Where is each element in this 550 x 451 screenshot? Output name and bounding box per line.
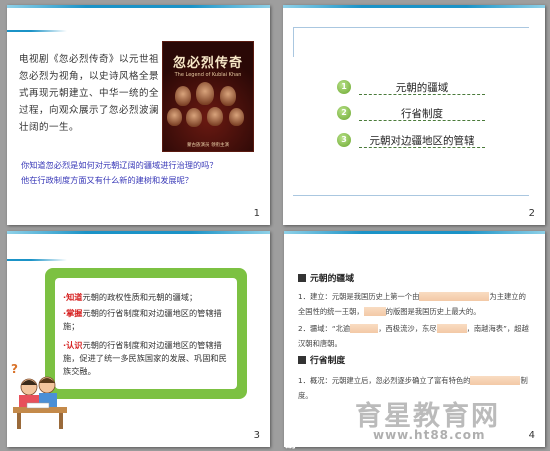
slide-header-bar	[7, 231, 270, 234]
toc-item-territory[interactable]: 1 元朝的疆域	[337, 77, 537, 97]
paragraph-establishment: 1．建立：元朝是我国历史上第一个由 为主建立的全国性的统一王朝， 的版图是我国历史上…	[298, 289, 530, 319]
accent-line	[7, 259, 67, 261]
section-heading-territory: 元朝的疆域	[298, 271, 354, 284]
actor-face	[207, 107, 223, 126]
accent-line	[7, 30, 67, 32]
text-span: 2．疆域：“北逾	[298, 324, 351, 333]
question-1: 你知道忽必烈是如何对元朝辽阔的疆域进行治理的吗？	[21, 160, 218, 170]
actor-face	[196, 82, 214, 105]
dashed-underline	[359, 94, 485, 95]
slide-number: 1	[253, 208, 260, 219]
goal-1: ·知道元朝的政权性质和元朝的疆域；	[63, 291, 233, 304]
text-span: 的版图是我国历史上最大的。	[385, 307, 481, 316]
section-title: 行省制度	[310, 356, 346, 366]
actor-face	[186, 108, 202, 127]
text-span: 1．概况：元朝建立后，忽必烈逐步确立了富有特色的	[298, 376, 471, 385]
poster-title: 忽必烈传奇	[172, 56, 243, 71]
goal-text: 元朝的行省制度和对边疆地区的管辖措施，促进了统一多民族国家的发展、巩固和民族交融…	[63, 340, 227, 376]
answer-blank[interactable]	[363, 307, 386, 316]
paragraph-territory: 2．疆域：“北逾 ，西极流沙，东尽 ，南越海表”，超越汉朝和唐朝。	[298, 321, 530, 351]
goal-3: ·认识元朝的行省制度和对边疆地区的管辖措施，促进了统一多民族国家的发展、巩固和民…	[63, 339, 233, 378]
frame-line	[293, 27, 294, 57]
answer-blank[interactable]	[470, 376, 521, 385]
actor-face	[220, 86, 236, 106]
slide-number: 4	[528, 430, 535, 441]
section-title: 元朝的疆域	[310, 274, 354, 284]
slide-2[interactable]: 1 元朝的疆域 2 行省制度 3 元朝对边疆地区的管辖 2	[283, 5, 545, 225]
question-mark: ?	[11, 362, 18, 376]
goal-lead: ·知道	[63, 292, 83, 302]
answer-blank[interactable]	[419, 292, 490, 301]
toc-label: 元朝对边疆地区的管辖	[369, 135, 475, 147]
slide-header-bar	[7, 5, 270, 8]
slide-1[interactable]: 电视剧《忽必烈传奇》以元世祖忽必烈为视角，以史诗风格全景式再现元朝建立、中华一统…	[7, 5, 270, 225]
slide-number: 2	[528, 208, 535, 219]
toc-item-province-system[interactable]: 2 行省制度	[337, 103, 537, 123]
toc-label: 元朝的疆域	[395, 82, 449, 94]
slide-number: 3	[253, 430, 260, 441]
section-heading-province: 行省制度	[298, 353, 345, 366]
intro-text: 电视剧《忽必烈传奇》以元世祖忽必烈为视角，以史诗风格全景式再现元朝建立、中华一统…	[19, 54, 160, 133]
text-span: 1．建立：元朝是我国历史上第一个由	[298, 292, 420, 301]
poster-subtitle: The Legend of Kublai Khan	[174, 72, 242, 78]
slide-3[interactable]: ·知道元朝的政权性质和元朝的疆域； ·掌握元朝的行省制度和对边疆地区的管辖措施；…	[7, 231, 270, 447]
text-span: ，西极流沙，东尽	[378, 324, 437, 333]
question-2: 他在行政制度方面又有什么新的建树和发展呢？	[21, 175, 193, 185]
drama-poster: 忽必烈传奇 The Legend of Kublai Khan 蒙古族演员 领衔…	[162, 41, 254, 152]
slide-header-bar	[284, 231, 545, 234]
actor-face	[167, 108, 182, 126]
students-cartoon-icon: ?	[11, 362, 67, 429]
toc-label: 行省制度	[401, 108, 443, 120]
goal-lead: ·掌握	[63, 308, 83, 318]
section-bullet-icon	[298, 356, 306, 364]
actor-face	[229, 108, 244, 126]
goal-text: 元朝的行省制度和对边疆地区的管辖措施；	[63, 308, 222, 331]
section-bullet-icon	[298, 274, 306, 282]
answer-blank[interactable]	[436, 324, 467, 333]
site-watermark-url: www.ht88.com	[373, 428, 486, 442]
goal-text: 元朝的政权性质和元朝的疆域；	[82, 292, 198, 302]
toc-item-frontier-governance[interactable]: 3 元朝对边疆地区的管辖	[337, 130, 537, 150]
slide-header-bar	[283, 5, 545, 8]
answer-blank[interactable]	[350, 324, 379, 333]
frame-line	[293, 27, 529, 28]
corner-mark: 游	[285, 436, 298, 450]
goal-lead: ·认识	[63, 340, 83, 350]
dashed-underline	[359, 147, 485, 148]
goal-2: ·掌握元朝的行省制度和对边疆地区的管辖措施；	[63, 307, 233, 333]
actor-face	[175, 86, 191, 106]
dashed-underline	[359, 120, 485, 121]
frame-line	[293, 195, 529, 196]
poster-credits: 蒙古族演员 领衔主演	[187, 143, 229, 148]
